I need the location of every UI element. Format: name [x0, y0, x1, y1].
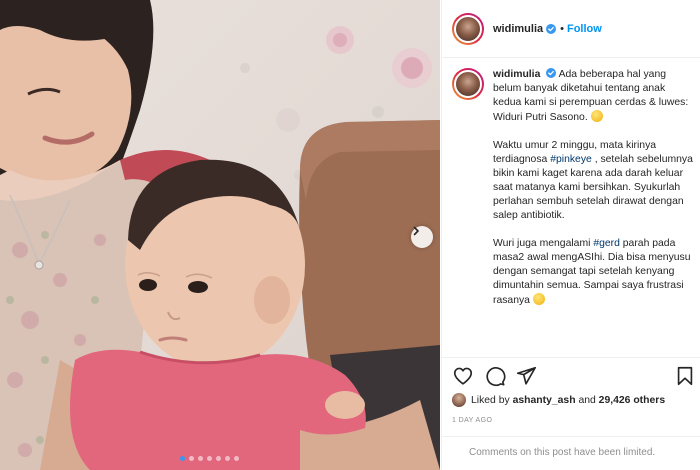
liker-avatar[interactable]	[452, 393, 466, 407]
post-side-panel: widimulia • Follow widimulia Ada beberap…	[441, 0, 700, 470]
post-caption: widimulia Ada beberapa hal yang belum ba…	[452, 68, 697, 358]
carousel-dot	[198, 456, 203, 461]
hashtag-gerd[interactable]: #gerd	[593, 238, 620, 249]
verified-badge-icon	[546, 68, 557, 78]
liker-username[interactable]: ashanty_ash	[513, 395, 576, 406]
author-avatar[interactable]	[452, 12, 484, 45]
photo-illustration	[0, 0, 440, 470]
carousel-dot	[234, 456, 239, 461]
caption-author-avatar[interactable]	[452, 68, 484, 100]
verified-badge-icon	[546, 23, 557, 34]
carousel-dot	[180, 456, 185, 461]
carousel-dot	[225, 456, 230, 461]
bookmark-icon[interactable]	[674, 365, 696, 387]
caption-username[interactable]: widimulia	[493, 69, 540, 80]
action-bar	[442, 357, 700, 393]
share-icon[interactable]	[515, 365, 537, 387]
post-header: widimulia • Follow	[442, 0, 700, 58]
header-separator: •	[560, 22, 564, 35]
caption-text: widimulia Ada beberapa hal yang belum ba…	[493, 68, 693, 358]
carousel-dot	[207, 456, 212, 461]
post-photo[interactable]	[0, 0, 440, 470]
likes-count-link[interactable]: 29,426 others	[599, 395, 665, 406]
chevron-right-icon	[413, 226, 419, 236]
comments-limited-notice: Comments on this post have been limited.	[442, 436, 700, 470]
caption-paragraph-3a: Wuri juga mengalami	[493, 238, 591, 249]
post-timestamp[interactable]: 1 DAY AGO	[452, 417, 492, 424]
likes-prefix: Liked by	[471, 394, 510, 406]
crying-face-emoji-icon	[532, 293, 545, 305]
carousel-dot	[216, 456, 221, 461]
hashtag-pinkeye[interactable]: #pinkeye	[550, 154, 592, 165]
heart-icon[interactable]	[452, 365, 474, 387]
author-username[interactable]: widimulia	[493, 23, 543, 35]
caption-paragraph-1b: Widuri Putri Sasono.	[493, 112, 588, 123]
carousel-dot	[189, 456, 194, 461]
likes-and: and	[578, 394, 596, 406]
carousel-next-button[interactable]	[411, 226, 433, 248]
carousel-indicator	[180, 456, 239, 461]
hugging-face-emoji-icon	[590, 110, 603, 122]
follow-button[interactable]: Follow	[567, 23, 602, 35]
comment-icon[interactable]	[484, 365, 506, 387]
likes-summary: Liked by ashanty_ash and 29,426 others	[452, 393, 665, 407]
